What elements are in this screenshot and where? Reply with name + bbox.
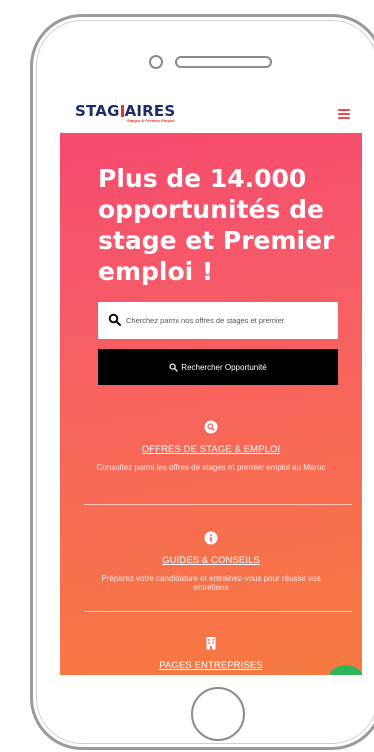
search-icon	[108, 313, 121, 326]
feature-entreprises: PAGES ENTREPRISES	[60, 636, 362, 673]
hamburger-icon[interactable]	[338, 109, 350, 119]
hero-headline: Plus de 14.000 opportunités de stage et …	[98, 164, 335, 286]
search-icon	[169, 362, 179, 372]
phone-screen: STAG AIRES Stages & Premier Emploi Plus d…	[60, 93, 362, 675]
search-opportunity-button[interactable]: Rechercher Opportunité	[98, 349, 338, 385]
home-button[interactable]	[191, 687, 245, 741]
camera-icon	[149, 55, 163, 69]
search-input[interactable]	[126, 302, 334, 339]
hero-section: Plus de 14.000 opportunités de stage et …	[60, 133, 362, 675]
logo-red-bar	[120, 105, 124, 117]
feature-title-entreprises[interactable]: PAGES ENTREPRISES	[159, 660, 262, 671]
feature-title-offres[interactable]: OFFRES DE STAGE & EMPLOI	[142, 444, 280, 455]
section-divider	[84, 504, 352, 505]
search-badge-icon	[204, 420, 218, 434]
feature-guides: GUIDES & CONSEILS Préparez votre candida…	[60, 531, 362, 592]
site-header: STAG AIRES Stages & Premier Emploi	[60, 93, 362, 133]
section-divider	[84, 611, 352, 612]
feature-title-guides[interactable]: GUIDES & CONSEILS	[162, 555, 260, 566]
feature-offres: OFFRES DE STAGE & EMPLOI Consultez parmi…	[60, 420, 362, 472]
feature-desc-guides: Préparez votre candidature et entrainez-…	[101, 574, 321, 592]
search-button-label: Rechercher Opportunité	[181, 362, 267, 372]
feature-desc-offres: Consultez parmi les offres de stages et …	[96, 463, 326, 472]
building-icon	[206, 637, 216, 650]
speaker-grille	[175, 56, 272, 68]
info-icon	[204, 531, 218, 545]
logo-tagline: Stages & Premier Emploi	[127, 118, 175, 123]
site-logo[interactable]: STAG AIRES Stages & Premier Emploi	[75, 103, 190, 125]
logo-wordmark: STAG AIRES	[75, 102, 176, 120]
search-box	[98, 302, 338, 339]
